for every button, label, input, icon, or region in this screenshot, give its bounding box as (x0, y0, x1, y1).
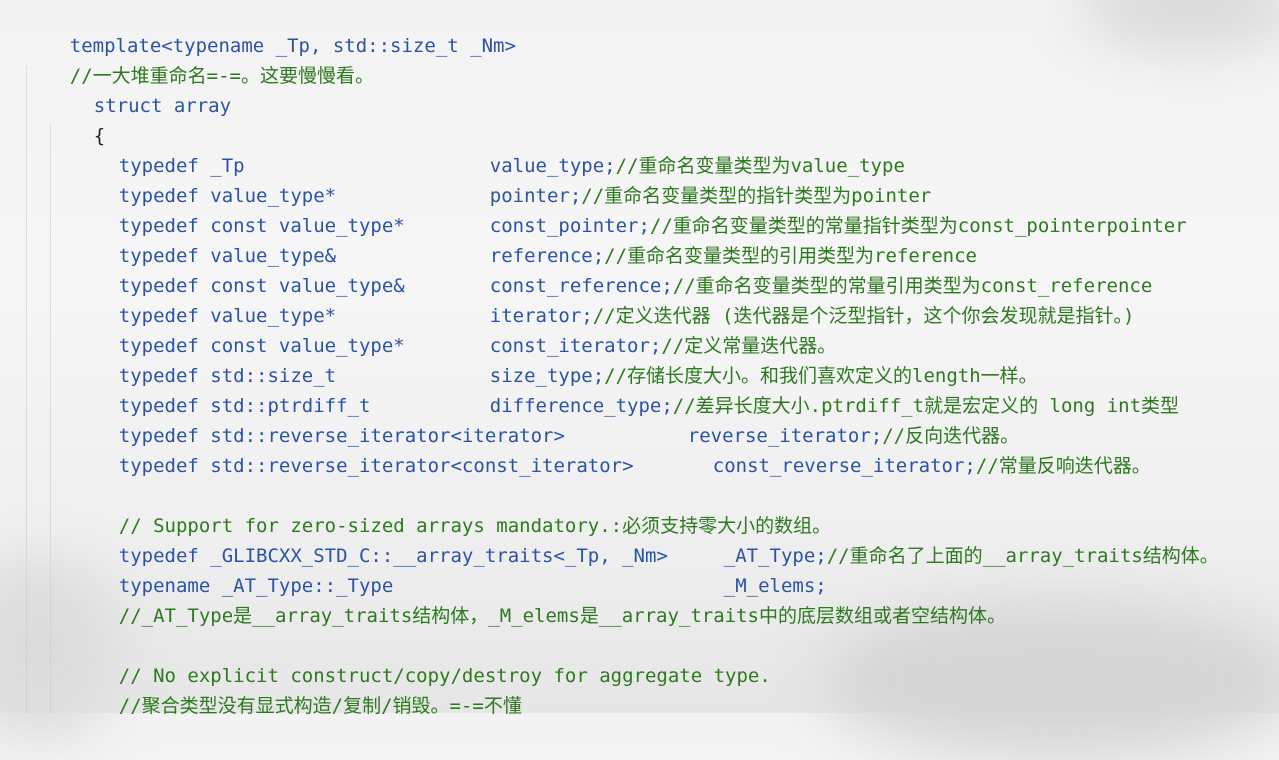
code-line-typedef: typedef std::ptrdiff_t (73, 364, 371, 417)
code-line-typedef: typedef std::reverse_iterator<const_iter… (73, 424, 634, 477)
code-line-typedef-name: _AT_Type;//重命名了上面的__array_traits结构体。 (678, 514, 1219, 567)
code-line-typedef: typedef value_type* (73, 274, 336, 327)
code-line-typedef: typedef std::reverse_iterator<iterator> (73, 394, 565, 447)
code-comment: //_AT_Type是__array_traits结构体，_M_elems是__… (73, 574, 1006, 627)
comment-text: //常量反响迭代器。 (975, 455, 1151, 477)
code-comment: // No explicit construct/copy/destroy fo… (73, 634, 771, 687)
code-text: struct array (93, 95, 232, 117)
code-line-typedef: typedef _Tp (73, 124, 245, 177)
code-line-typedef: typedef value_type* (73, 154, 336, 207)
code-line-typedef: typedef value_type& (73, 214, 336, 267)
code-line-typedef-name: const_pointer;//重命名变量类型的常量指针类型为const_poi… (444, 184, 1187, 237)
code-line-typedef-name: const_iterator;//定义常量迭代器。 (444, 304, 836, 357)
code-line-typedef: typedef const value_type* (73, 184, 405, 237)
code-line-typedef-name: const_reverse_iterator;//常量反响迭代器。 (667, 424, 1151, 477)
indent-guide (26, 66, 27, 713)
code-line-typedef: typedef _GLIBCXX_STD_C::__array_traits<_… (73, 514, 668, 567)
code-line-typedef-name: pointer;//重命名变量类型的指针类型为pointer (444, 154, 931, 207)
code-comment: // Support for zero-sized arrays mandato… (73, 484, 831, 537)
code-line-member: typename _AT_Type::_Type (73, 544, 394, 597)
code-comment: //一大堆重命名=-=。这要慢慢看。 (24, 34, 374, 87)
code-line-typedef-name: const_reference;//重命名变量类型的常量引用类型为const_r… (444, 244, 1153, 297)
code-line-typedef: typedef const value_type* (73, 304, 405, 357)
code-line-brace: { (48, 94, 105, 147)
code-line-struct: struct array (48, 64, 231, 117)
code-line-template: template<typename _Tp, std::size_t _Nm> (24, 4, 516, 57)
code-comment: //聚合类型没有显式构造/复制/销毁。=-=不懂 (73, 664, 522, 717)
code-line-typedef-name: difference_type;//差异长度大小.ptrdiff_t就是宏定义的… (444, 364, 1179, 417)
code-line-member-name: _M_elems; (678, 544, 827, 597)
code-line-typedef-name: reverse_iterator;//反向迭代器。 (642, 394, 1019, 447)
code-editor[interactable]: template<typename _Tp, std::size_t _Nm> … (0, 0, 1279, 717)
declaration: typedef std::reverse_iterator<const_iter… (118, 455, 634, 477)
code-line-typedef: typedef std::size_t (73, 334, 336, 387)
code-line-typedef-name: size_type;//存储长度大小。和我们喜欢定义的length一样。 (444, 334, 1038, 387)
code-line-typedef-name: reference;//重命名变量类型的引用类型为reference (444, 214, 977, 267)
code-line-typedef: typedef const value_type& (73, 244, 405, 297)
comment-text: //重命名了上面的__array_traits结构体。 (826, 545, 1219, 567)
comment-text: //_AT_Type是__array_traits结构体，_M_elems是__… (118, 605, 1006, 627)
comment-text: //聚合类型没有显式构造/复制/销毁。=-=不懂 (118, 695, 522, 717)
code-line-typedef-name: value_type;//重命名变量类型为value_type (444, 124, 905, 177)
identifier: const_reverse_iterator; (712, 455, 976, 477)
indent-guide (50, 124, 51, 713)
code-line-typedef-name: iterator;//定义迭代器 (迭代器是个泛型指针，这个你会发现就是指针。) (444, 274, 1135, 327)
